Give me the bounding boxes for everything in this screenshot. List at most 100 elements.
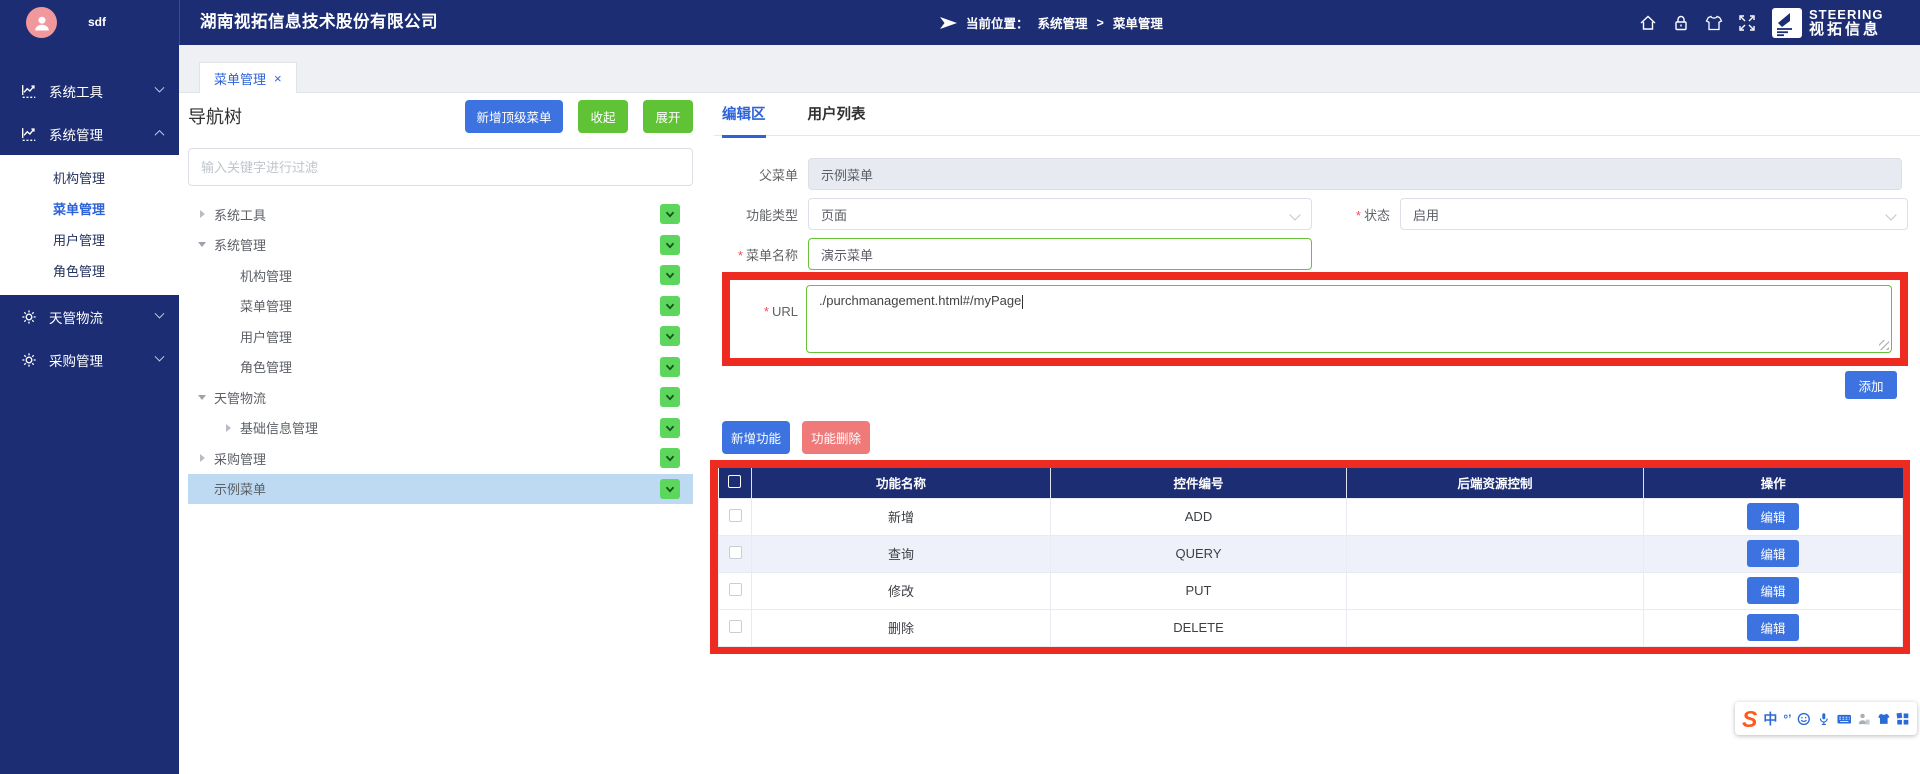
status-select[interactable]: 启用 [1400,198,1908,230]
add-function-button[interactable]: 新增功能 [722,421,790,454]
url-textarea[interactable]: ./purchmanagement.html#/myPage [806,285,1892,353]
brand-line2: 视拓信息 [1809,22,1883,38]
green-check-icon[interactable] [660,265,680,285]
breadcrumb-item[interactable]: 系统管理 [1038,13,1088,32]
action-cell: 编辑 [1644,572,1903,609]
menu-name-value: 演示菜单 [821,245,873,264]
edit-button[interactable]: 编辑 [1747,577,1799,604]
toolbox-grid-icon[interactable] [1896,711,1910,727]
tree-node-7[interactable]: 基础信息管理 [188,413,693,444]
arrow-icon [940,16,957,30]
add-top-menu-button[interactable]: 新增顶级菜单 [465,100,563,133]
account-icon[interactable] [1857,711,1871,727]
expand-arrow-icon[interactable] [196,454,208,462]
row-select-cell [719,572,752,609]
menu-form: 父菜单 示例菜单 功能类型 页面 *状态 启用 *菜单名称 [714,158,1920,270]
tab-user-list[interactable]: 用户列表 [808,98,866,135]
sidebar-item-3[interactable]: 采购管理 [0,338,179,381]
tree-node-1[interactable]: 系统管理 [188,230,693,261]
sidebar-subitem-1-3[interactable]: 角色管理 [0,256,179,287]
expand-arrow-icon[interactable] [196,210,208,218]
sidebar-subitem-1-2[interactable]: 用户管理 [0,225,179,256]
green-check-icon[interactable] [660,448,680,468]
menu-name-label: *菜单名称 [714,245,798,264]
select-all-checkbox[interactable] [728,475,741,488]
expand-arrow-icon[interactable] [222,424,234,432]
table-header-cell: 后端资源控制 [1347,468,1644,498]
edit-button[interactable]: 编辑 [1747,614,1799,641]
status-label: *状态 [1324,205,1390,224]
lock-icon[interactable] [1671,13,1691,33]
green-check-icon[interactable] [660,204,680,224]
tab-edit-area[interactable]: 编辑区 [722,98,766,135]
row-checkbox[interactable] [729,583,742,596]
row-checkbox[interactable] [729,620,742,633]
user-block[interactable]: sdf [0,0,179,45]
parent-menu-label: 父菜单 [714,165,798,184]
tree-node-8[interactable]: 采购管理 [188,443,693,474]
tree-node-2[interactable]: 机构管理 [188,260,693,291]
tree-node-6[interactable]: 天管物流 [188,382,693,413]
close-icon[interactable]: × [274,71,282,86]
tree-node-label: 菜单管理 [240,296,292,315]
theme-shirt-icon[interactable] [1704,13,1724,33]
chevron-down-icon [1885,209,1896,220]
collapse-all-button[interactable]: 收起 [578,100,628,133]
sidebar-item-0[interactable]: 系统工具 [0,69,179,112]
edit-button[interactable]: 编辑 [1747,503,1799,530]
tab-label: 菜单管理 [214,69,266,88]
home-icon[interactable] [1638,13,1658,33]
tree-node-9[interactable]: 示例菜单 [188,474,693,505]
control-code-cell: PUT [1051,572,1347,609]
collapse-arrow-icon[interactable] [196,242,208,247]
green-check-icon[interactable] [660,418,680,438]
backend-resource-cell [1347,498,1644,535]
brand-logo-icon [1772,8,1802,38]
avatar[interactable] [26,7,57,38]
delete-function-button[interactable]: 功能删除 [802,421,870,454]
add-button[interactable]: 添加 [1845,371,1897,399]
sidebar: 系统工具系统管理机构管理菜单管理用户管理角色管理天管物流采购管理 [0,45,179,774]
table-row-1: 查询QUERY编辑 [719,535,1903,572]
menu-name-input[interactable]: 演示菜单 [808,238,1312,270]
green-check-icon[interactable] [660,296,680,316]
resize-grip[interactable] [1879,340,1889,350]
sidebar-subitem-1-1[interactable]: 菜单管理 [0,194,179,225]
row-checkbox[interactable] [729,509,742,522]
tree-node-0[interactable]: 系统工具 [188,199,693,230]
function-type-select[interactable]: 页面 [808,198,1312,230]
tree-node-5[interactable]: 角色管理 [188,352,693,383]
status-value: 启用 [1413,205,1439,224]
tree-node-4[interactable]: 用户管理 [188,321,693,352]
keyboard-icon[interactable] [1837,711,1851,727]
fullscreen-icon[interactable] [1737,13,1757,33]
tab-menu-management[interactable]: 菜单管理 × [199,62,297,93]
row-checkbox[interactable] [729,546,742,559]
expand-all-button[interactable]: 展开 [643,100,693,133]
editor-panel: 编辑区 用户列表 父菜单 示例菜单 功能类型 页面 *状态 启用 [714,98,1920,774]
collapse-arrow-icon[interactable] [196,395,208,400]
table-header-row: 功能名称控件编号后端资源控制操作 [719,468,1903,498]
green-check-icon[interactable] [660,357,680,377]
function-name-cell: 新增 [752,498,1051,535]
sogou-logo-icon[interactable]: S [1742,704,1757,734]
sidebar-subitem-1-0[interactable]: 机构管理 [0,163,179,194]
chinese-mode-icon[interactable]: 中 [1763,709,1777,729]
emoji-icon[interactable] [1797,711,1811,727]
breadcrumb-separator: > [1097,16,1104,30]
green-check-icon[interactable] [660,326,680,346]
green-check-icon[interactable] [660,387,680,407]
tree-node-3[interactable]: 菜单管理 [188,291,693,322]
breadcrumb-item[interactable]: 菜单管理 [1113,13,1163,32]
green-check-icon[interactable] [660,479,680,499]
microphone-icon[interactable] [1817,711,1831,727]
punctuation-icon[interactable]: °’ [1783,712,1791,726]
chart-icon [20,125,38,143]
edit-button[interactable]: 编辑 [1747,540,1799,567]
tree-filter-input[interactable] [188,148,693,186]
row-select-cell [719,498,752,535]
sidebar-item-1[interactable]: 系统管理 [0,112,179,155]
skin-shirt-icon[interactable] [1877,711,1891,727]
sidebar-item-2[interactable]: 天管物流 [0,295,179,338]
green-check-icon[interactable] [660,235,680,255]
